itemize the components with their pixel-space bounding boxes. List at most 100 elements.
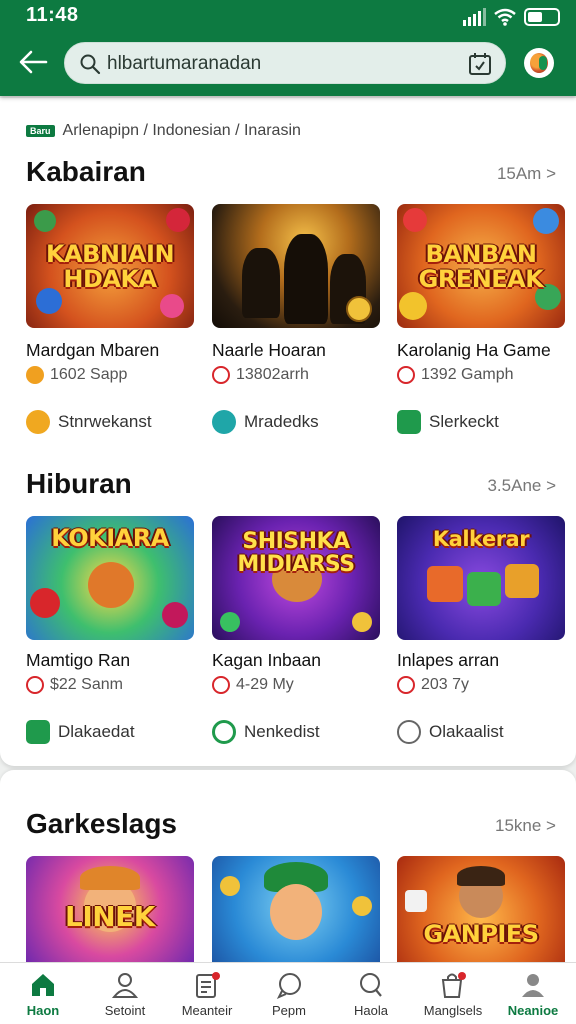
game-category-label: Nenkedist <box>244 722 320 741</box>
section-more-link[interactable]: 15Am > <box>497 164 556 184</box>
heart-shield-icon <box>26 410 50 434</box>
game-name[interactable]: Mardgan Mbaren <box>26 340 159 361</box>
breadcrumb-path[interactable]: Arlenapipn / Indonesian / Inarasin <box>63 122 301 140</box>
nav-label: Haola <box>354 1003 388 1018</box>
calendar-icon[interactable] <box>467 51 493 77</box>
section-more-link[interactable]: 3.5Ane > <box>487 476 556 496</box>
check-badge-icon <box>397 366 415 384</box>
nav-item-clipboard[interactable]: Meanteir <box>166 963 248 1024</box>
game-art-title: BANBAN GRENEAK <box>418 240 544 294</box>
clipboard-icon <box>196 972 220 998</box>
game-tile[interactable]: Kalkerar <box>397 516 565 640</box>
game-art-title: KABNIAIN HDAKA <box>45 240 175 294</box>
game-category-label: Stnrwekanst <box>58 412 152 431</box>
game-category[interactable]: Mradedks <box>212 410 319 434</box>
content-card: Baru Arlenapipn / Indonesian / Inarasin … <box>0 98 576 766</box>
game-category[interactable]: Nenkedist <box>212 720 320 744</box>
signal-icon <box>463 8 486 26</box>
game-tile[interactable]: LINEK <box>26 856 194 970</box>
nav-item-person[interactable]: Setoint <box>84 963 166 1024</box>
nav-label: Setoint <box>104 1003 146 1018</box>
status-time: 11:48 <box>26 4 79 26</box>
game-name[interactable]: Mamtigo Ran <box>26 650 130 671</box>
nav-item-search[interactable]: Haola <box>330 963 412 1024</box>
nav-label: Meanteir <box>181 1003 233 1018</box>
section-title: Garkeslags <box>26 808 177 839</box>
home-icon <box>32 974 54 996</box>
game-category-label: Dlakaedat <box>58 722 135 741</box>
nav-label: Neanioe <box>507 1003 559 1018</box>
check-circle-icon <box>212 720 236 744</box>
game-art-title: Kalkerar <box>432 527 530 551</box>
game-category-label: Olakaalist <box>429 722 504 741</box>
app-bar: 11:48 hlbartumaranadan <box>0 0 576 96</box>
game-category[interactable]: Slerkeckt <box>397 410 499 434</box>
check-badge-icon <box>397 676 415 694</box>
game-tile[interactable]: KABNIAIN HDAKA <box>26 204 194 328</box>
game-meta: 1392 Gamph <box>397 366 514 384</box>
game-name[interactable]: Kagan Inbaan <box>212 650 321 671</box>
rating-icon <box>26 366 44 384</box>
game-meta: $22 Sanm <box>26 676 123 694</box>
game-meta-text: 4-29 My <box>236 676 294 693</box>
game-tile[interactable]: SHISHKA MIDIARSS <box>212 516 380 640</box>
game-tile[interactable]: GANPIES <box>397 856 565 970</box>
nav-item-profile[interactable]: Neanioe <box>492 963 574 1024</box>
check-circle-icon <box>397 720 421 744</box>
game-art-title: GANPIES <box>423 920 539 948</box>
nav-label: Haon <box>26 1003 60 1018</box>
breadcrumb: Baru Arlenapipn / Indonesian / Inarasin <box>26 122 301 140</box>
game-category-label: Mradedks <box>244 412 319 431</box>
profile-icon <box>522 974 544 997</box>
game-meta-text: 1602 Sapp <box>50 366 128 383</box>
game-name[interactable]: Inlapes arran <box>397 650 499 671</box>
person-icon <box>111 973 139 998</box>
back-arrow-icon[interactable] <box>16 46 50 78</box>
nav-label: Manglsels <box>423 1003 483 1018</box>
game-meta-text: 203 7y <box>421 676 470 693</box>
grid-icon <box>26 720 50 744</box>
avatar[interactable] <box>524 48 554 78</box>
status-icons <box>463 6 560 26</box>
game-tile[interactable] <box>212 856 380 970</box>
search-icon <box>80 54 101 75</box>
game-meta: 13802arrh <box>212 366 309 384</box>
game-tile[interactable]: BANBAN GRENEAK <box>397 204 565 328</box>
heart-icon <box>212 410 236 434</box>
game-category[interactable]: Stnrwekanst <box>26 410 152 434</box>
game-meta: 203 7y <box>397 676 469 694</box>
wifi-icon <box>494 8 516 26</box>
section-more-link[interactable]: 15kne > <box>495 816 556 836</box>
search-bar[interactable]: hlbartumaranadan <box>64 42 506 84</box>
game-meta-text: 13802arrh <box>236 366 309 383</box>
section-title: Kabairan <box>26 156 146 187</box>
game-name[interactable]: Karolanig Ha Game <box>397 340 551 361</box>
section-title: Hiburan <box>26 468 132 499</box>
game-category-label: Slerkeckt <box>429 412 499 431</box>
game-meta: 1602 Sapp <box>26 366 127 384</box>
bag-icon <box>441 972 466 998</box>
game-meta-text: 1392 Gamph <box>421 366 514 383</box>
bottom-navigation: Haon Setoint Meanteir Pepm Haola Manglse… <box>0 962 576 1024</box>
chat-icon <box>276 973 301 999</box>
nav-label: Pepm <box>272 1003 306 1018</box>
nav-item-chat[interactable]: Pepm <box>248 963 330 1024</box>
nav-item-bag[interactable]: Manglsels <box>412 963 494 1024</box>
game-meta: 4-29 My <box>212 676 294 694</box>
check-badge-icon <box>212 366 230 384</box>
status-bar: 11:48 <box>0 0 576 32</box>
nav-item-home[interactable]: Haon <box>2 963 84 1024</box>
game-art-title: LINEK <box>64 900 156 933</box>
game-meta-text: $22 Sanm <box>50 676 123 693</box>
content-card: Garkeslags 15kne > LINEK GANPIES <box>0 770 576 970</box>
game-tile[interactable]: KOKIARA <box>26 516 194 640</box>
game-category[interactable]: Dlakaedat <box>26 720 135 744</box>
game-tile[interactable] <box>212 204 380 328</box>
game-category[interactable]: Olakaalist <box>397 720 504 744</box>
game-art-title: KOKIARA <box>51 524 169 552</box>
game-art-title: SHISHKA MIDIARSS <box>237 529 355 578</box>
controller-icon <box>397 410 421 434</box>
search-icon <box>360 973 382 997</box>
game-name[interactable]: Naarle Hoaran <box>212 340 326 361</box>
search-input[interactable]: hlbartumaranadan <box>107 53 261 75</box>
